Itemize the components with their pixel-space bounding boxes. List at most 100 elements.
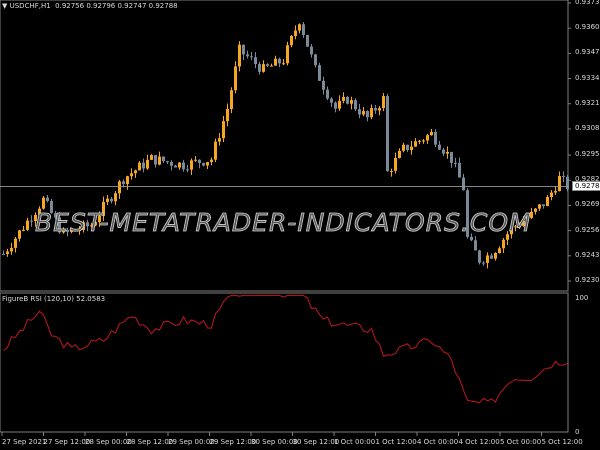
candle-body bbox=[282, 63, 285, 65]
candle-body bbox=[46, 197, 49, 201]
candle-body bbox=[454, 162, 457, 164]
candle-body bbox=[18, 230, 21, 239]
candle-body bbox=[326, 89, 329, 99]
candle-body bbox=[390, 170, 393, 172]
candle-body bbox=[306, 34, 309, 47]
candle-body bbox=[234, 66, 237, 91]
candle-body bbox=[162, 156, 165, 162]
candle-body bbox=[302, 24, 305, 35]
time-tick-label: 1 Oct 00:00 bbox=[334, 438, 376, 446]
candle-body bbox=[494, 252, 497, 259]
candle-body bbox=[166, 161, 169, 163]
rsi-axis-max: 100 bbox=[575, 294, 589, 302]
candle-body bbox=[14, 238, 17, 248]
candle-body bbox=[30, 220, 33, 222]
candle-body bbox=[314, 54, 317, 66]
time-tick-label: 27 Sep 2021 bbox=[2, 438, 47, 446]
candle-body bbox=[106, 198, 109, 202]
time-tick-label: 4 Oct 12:00 bbox=[458, 438, 500, 446]
candle-body bbox=[202, 163, 205, 166]
candle-body bbox=[254, 57, 257, 65]
candle-body bbox=[294, 30, 297, 36]
candle-body bbox=[298, 24, 301, 31]
candle-body bbox=[194, 159, 197, 161]
main-panel-border bbox=[0, 0, 569, 292]
candle-body bbox=[358, 109, 361, 115]
time-tick-label: 28 Sep 00:00 bbox=[85, 438, 132, 446]
candle-body bbox=[446, 151, 449, 154]
candle-body bbox=[114, 193, 117, 202]
collapse-triangle-icon[interactable]: ▼ bbox=[2, 2, 10, 10]
candle-body bbox=[182, 162, 185, 170]
candle-body bbox=[458, 162, 461, 178]
candle-body bbox=[26, 220, 29, 230]
candle-body bbox=[278, 58, 281, 64]
candle-body bbox=[274, 58, 277, 66]
candle-body bbox=[198, 159, 201, 164]
candle-body bbox=[374, 108, 377, 111]
candle-body bbox=[174, 165, 177, 168]
candle-body bbox=[422, 140, 425, 142]
candle-body bbox=[426, 135, 429, 141]
candle-body bbox=[138, 162, 141, 171]
candle-body bbox=[338, 100, 341, 109]
candle-body bbox=[418, 140, 421, 142]
price-tick-label: 0.92690 bbox=[575, 200, 600, 209]
candle-body bbox=[382, 96, 385, 109]
candle-body bbox=[450, 151, 453, 163]
candle-body bbox=[394, 157, 397, 171]
candle-body bbox=[250, 56, 253, 58]
candle-body bbox=[190, 160, 193, 170]
candle-body bbox=[290, 35, 293, 46]
candle-body bbox=[554, 191, 557, 193]
candle-body bbox=[118, 181, 121, 194]
candle-body bbox=[534, 208, 537, 212]
candle-body bbox=[490, 255, 493, 259]
candle-body bbox=[482, 262, 485, 264]
candle-body bbox=[322, 80, 325, 90]
symbol-label: USDCHF,H1 bbox=[9, 2, 51, 10]
time-tick-label: 4 Oct 00:00 bbox=[417, 438, 459, 446]
price-tick-label: 0.93345 bbox=[575, 73, 600, 82]
ohlc-values: 0.92756 0.92796 0.92747 0.92788 bbox=[55, 2, 178, 10]
candle-body bbox=[566, 176, 569, 190]
chart-window[interactable]: ▼ USDCHF,H1 0.92756 0.92796 0.92747 0.92… bbox=[0, 0, 600, 450]
rsi-panel-border bbox=[0, 292, 569, 433]
candle-body bbox=[342, 96, 345, 101]
candle-body bbox=[158, 156, 161, 165]
time-tick-label: 5 Oct 00:00 bbox=[500, 438, 542, 446]
candle-body bbox=[502, 239, 505, 249]
price-tick-label: 0.93085 bbox=[575, 123, 600, 132]
candle-body bbox=[346, 96, 349, 104]
candle-body bbox=[210, 159, 213, 163]
candle-body bbox=[362, 111, 365, 115]
candle-body bbox=[270, 65, 273, 67]
candle-body bbox=[142, 162, 145, 169]
candle-body bbox=[562, 175, 565, 177]
time-tick-label: 29 Sep 00:00 bbox=[168, 438, 215, 446]
current-price-label: 0.92788 bbox=[572, 181, 600, 192]
candle-body bbox=[438, 144, 441, 150]
candle-body bbox=[146, 159, 149, 169]
candle-body bbox=[110, 198, 113, 202]
candle-body bbox=[378, 108, 381, 111]
candle-body bbox=[350, 100, 353, 104]
candle-body bbox=[122, 181, 125, 185]
time-tick-label: 1 Oct 12:00 bbox=[375, 438, 417, 446]
candle-body bbox=[538, 204, 541, 209]
candle-body bbox=[330, 98, 333, 103]
candle-body bbox=[406, 144, 409, 151]
price-tick-label: 0.92560 bbox=[575, 225, 600, 234]
candle-body bbox=[246, 54, 249, 57]
candle-body bbox=[334, 102, 337, 109]
candle-body bbox=[170, 161, 173, 166]
candle-body bbox=[542, 204, 545, 207]
rsi-line bbox=[3, 294, 568, 404]
candle-body bbox=[134, 170, 137, 174]
price-tick-label: 0.93475 bbox=[575, 48, 600, 57]
candle-body bbox=[222, 121, 225, 139]
candle-body bbox=[130, 173, 133, 177]
time-tick-label: 30 Sep 00:00 bbox=[251, 438, 298, 446]
candle-body bbox=[258, 64, 261, 72]
candle-body bbox=[558, 175, 561, 192]
